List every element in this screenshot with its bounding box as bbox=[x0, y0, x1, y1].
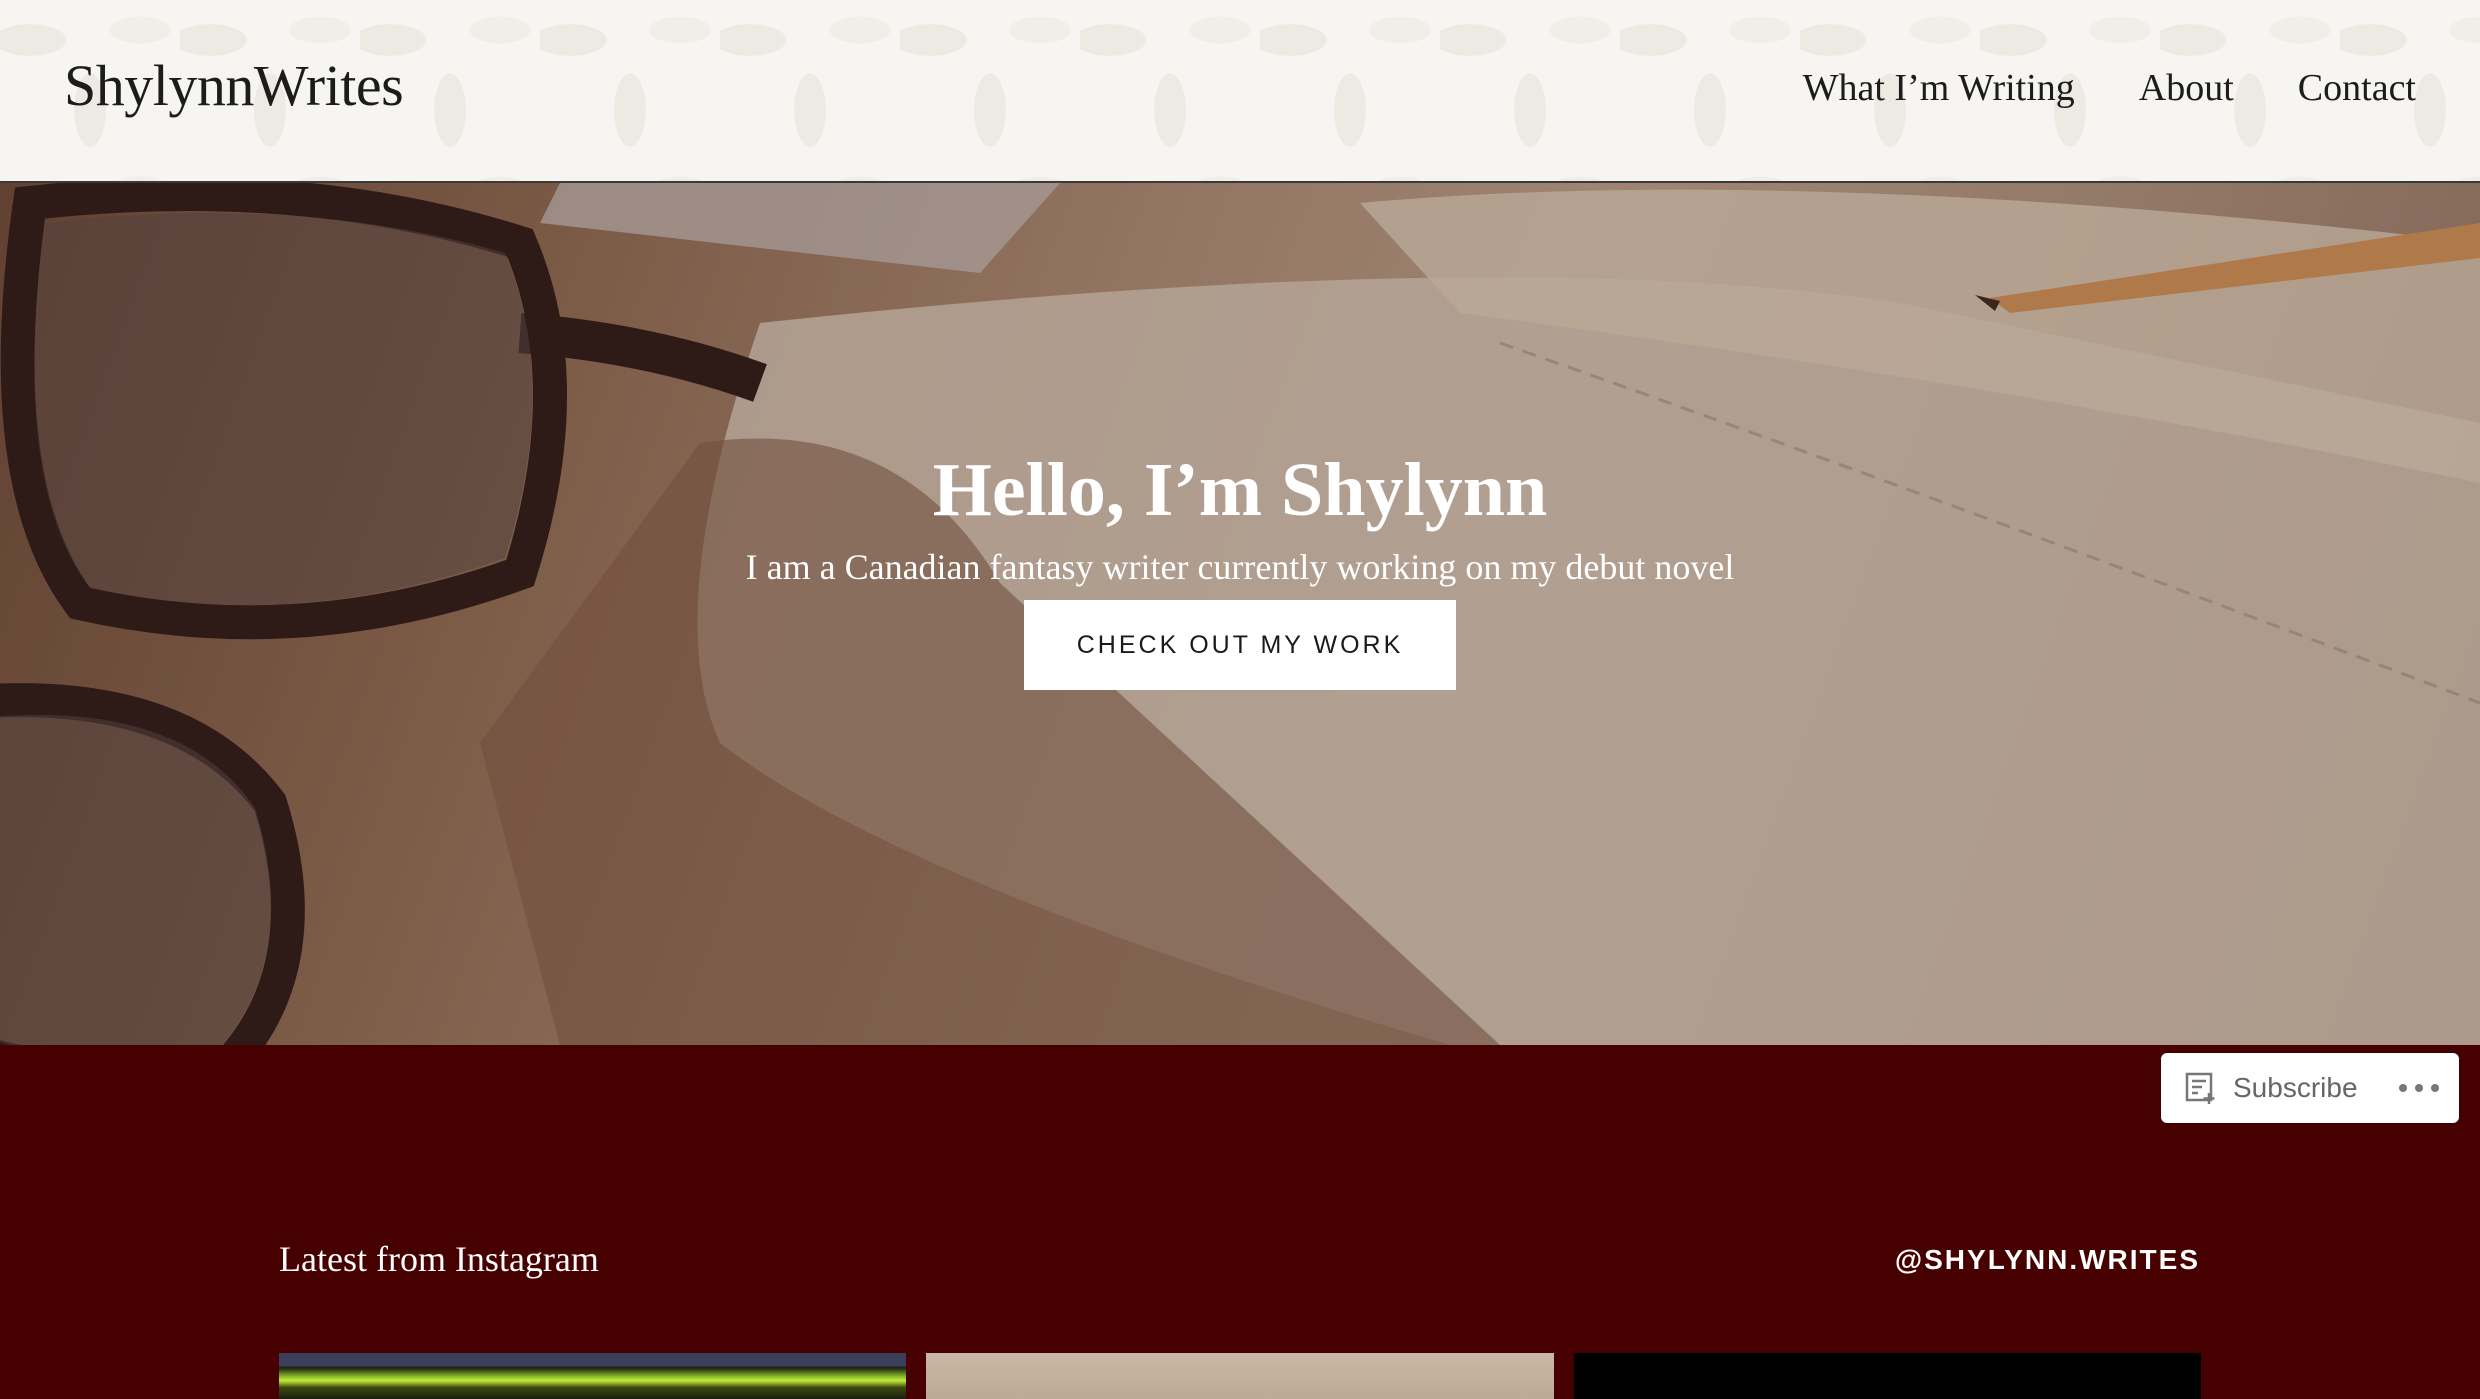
hero-content: Hello, I’m Shylynn I am a Canadian fanta… bbox=[0, 445, 2480, 691]
ellipsis-icon[interactable] bbox=[2399, 1068, 2439, 1108]
reader-subscribe-icon bbox=[2185, 1072, 2215, 1104]
instagram-thumbnail[interactable] bbox=[1574, 1353, 2201, 1399]
site-header: ShylynnWrites What I’m Writing About Con… bbox=[0, 0, 2480, 183]
subscribe-label: Subscribe bbox=[2233, 1072, 2358, 1103]
instagram-handle-link[interactable]: @SHYLYNN.WRITES bbox=[1895, 1244, 2200, 1276]
instagram-thumbnail[interactable] bbox=[279, 1353, 906, 1399]
hero-subtitle: I am a Canadian fantasy writer currently… bbox=[745, 547, 1735, 588]
primary-nav: What I’m Writing About Contact bbox=[1803, 66, 2416, 110]
nav-item-about[interactable]: About bbox=[2139, 66, 2234, 110]
check-out-my-work-button[interactable]: CHECK OUT MY WORK bbox=[1024, 600, 1456, 691]
subscribe-widget: Subscribe bbox=[2161, 1053, 2459, 1123]
subscribe-button[interactable]: Subscribe bbox=[2161, 1053, 2358, 1123]
site-title[interactable]: ShylynnWrites bbox=[64, 52, 404, 119]
hero-title: Hello, I’m Shylynn bbox=[932, 448, 1548, 532]
hero-section: Hello, I’m Shylynn I am a Canadian fanta… bbox=[0, 183, 2480, 1045]
nav-item-what-im-writing[interactable]: What I’m Writing bbox=[1803, 66, 2075, 110]
instagram-heading: Latest from Instagram bbox=[279, 1239, 599, 1279]
instagram-thumbnail[interactable] bbox=[926, 1353, 1554, 1399]
nav-item-contact[interactable]: Contact bbox=[2298, 66, 2416, 110]
